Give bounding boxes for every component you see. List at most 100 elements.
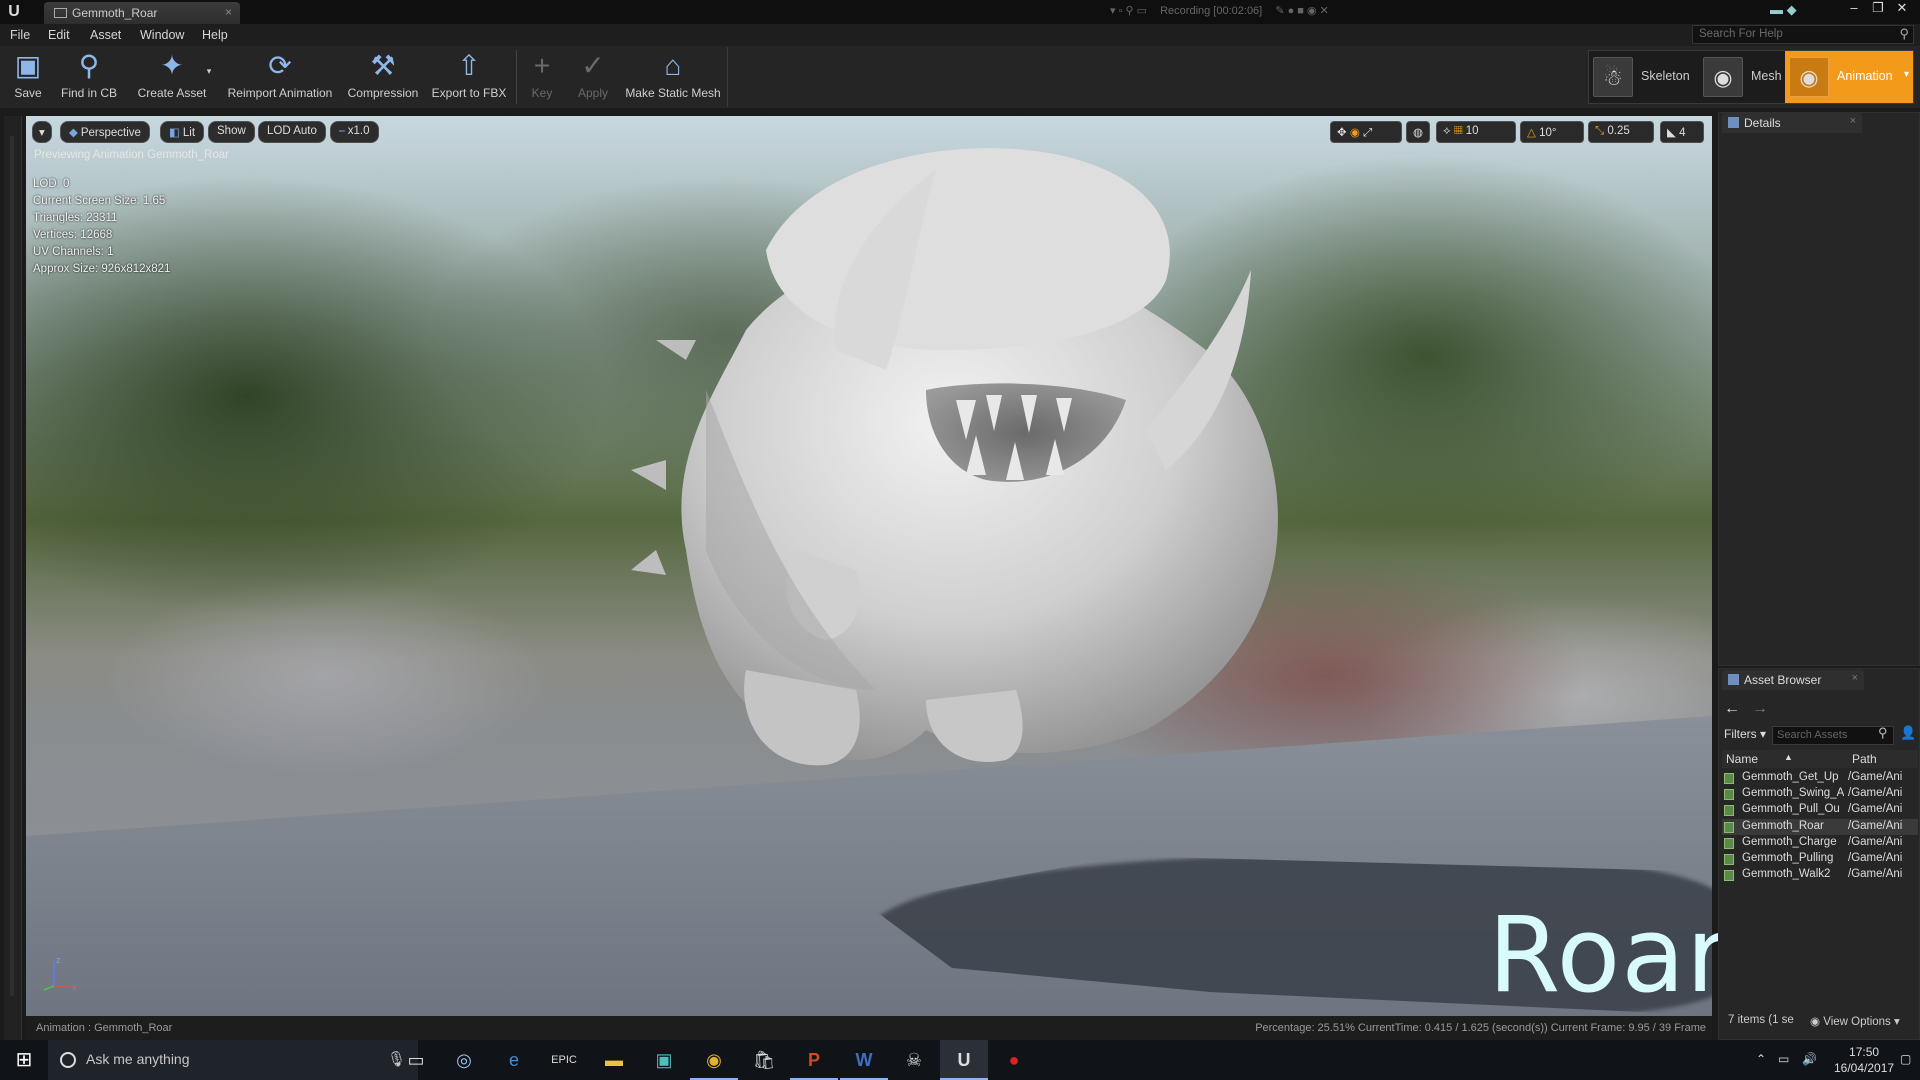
viewport-options-button[interactable]: ▾ — [32, 121, 52, 143]
windows-start-icon[interactable]: ⊞ — [0, 1040, 48, 1080]
mode-skeleton[interactable]: ☃ Skeleton — [1589, 51, 1697, 103]
back-arrow-icon[interactable]: ← — [1724, 700, 1740, 717]
asset-path: /Game/Ani — [1848, 835, 1903, 848]
volume-icon[interactable]: 🔊 — [1802, 1052, 1817, 1066]
perspective-button[interactable]: ◆ Perspective — [60, 121, 150, 143]
save-button[interactable]: ▣ Save — [6, 48, 50, 106]
asset-path: /Game/Ani — [1848, 787, 1903, 800]
world-local-toggle[interactable]: ◍ — [1406, 121, 1431, 143]
lit-icon: ◧ — [169, 127, 180, 139]
menu-edit[interactable]: Edit — [48, 28, 70, 42]
action-center-icon[interactable]: ▢ — [1900, 1052, 1911, 1066]
lit-button[interactable]: ◧ Lit — [160, 121, 205, 143]
make-static-mesh-button[interactable]: ⌂ Make Static Mesh — [622, 48, 724, 106]
asset-browser-tab[interactable]: Asset Browser × — [1722, 670, 1864, 690]
word-icon[interactable]: W — [840, 1040, 888, 1080]
scrollbar[interactable] — [10, 136, 14, 996]
column-path[interactable]: Path — [1852, 752, 1877, 766]
menu-window[interactable]: Window — [140, 28, 184, 42]
cortana-search-box[interactable]: Ask me anything 🎙 — [48, 1040, 418, 1080]
app-icon[interactable]: ☠ — [890, 1040, 938, 1080]
creature-mesh[interactable] — [626, 130, 1326, 790]
rotation-snap-control[interactable]: △ 10° — [1520, 121, 1584, 143]
help-search-input[interactable]: Search For Help ⚲ — [1692, 25, 1914, 44]
playback-status: Percentage: 25.51% CurrentTime: 0.415 / … — [1255, 1022, 1706, 1034]
lod-button[interactable]: LOD Auto — [258, 121, 326, 143]
asset-row[interactable]: Gemmoth_Pulling/Game/Ani — [1722, 851, 1918, 867]
close-tab-icon[interactable]: × — [225, 5, 232, 19]
toolbar-separator — [516, 50, 517, 104]
recording-tools-icon[interactable]: ✎ ● ■ ◉ ✕ — [1275, 5, 1329, 17]
camera-speed-control[interactable]: ◣ 4 — [1660, 121, 1704, 143]
notification-icons[interactable]: ▬ ◆ — [1770, 2, 1797, 18]
find-in-cb-button[interactable]: ⚲ Find in CB — [56, 48, 122, 106]
minimize-button[interactable]: – — [1842, 0, 1866, 15]
viewport[interactable] — [26, 116, 1712, 1016]
steam-icon[interactable]: ◎ — [440, 1040, 488, 1080]
chevron-down-icon[interactable]: ▾ — [1904, 69, 1909, 80]
filters-button[interactable]: Filters ▾ — [1724, 727, 1766, 741]
unreal-logo-icon[interactable]: U — [4, 2, 24, 22]
grid-snap-control[interactable]: ⟡ ▦ 10 — [1436, 121, 1516, 143]
forward-arrow-icon[interactable]: → — [1752, 700, 1768, 717]
transform-tools[interactable]: ✥ ◉ ⤢ — [1330, 121, 1402, 143]
edge-icon[interactable]: e — [490, 1040, 538, 1080]
menu-help[interactable]: Help — [202, 28, 228, 42]
export-icon: ⇧ — [457, 50, 481, 81]
chrome-icon[interactable]: ◉ — [690, 1040, 738, 1080]
close-button[interactable]: ✕ — [1890, 0, 1914, 16]
asset-row[interactable]: Gemmoth_Swing_A/Game/Ani — [1722, 786, 1918, 802]
document-tab[interactable]: Gemmoth_Roar × — [44, 2, 240, 24]
view-options-button[interactable]: ◉ View Options ▾ — [1810, 1014, 1900, 1028]
close-icon[interactable]: × — [1852, 672, 1858, 684]
asset-row[interactable]: Gemmoth_Get_Up/Game/Ani — [1722, 770, 1918, 786]
menu-file[interactable]: File — [10, 28, 30, 42]
scale-snap-control[interactable]: ⤡ 0.25 — [1588, 121, 1654, 143]
mode-mesh[interactable]: ◉ Mesh — [1699, 51, 1791, 103]
playback-speed-button[interactable]: ⎯ x1.0 — [330, 121, 379, 143]
close-icon[interactable]: × — [1850, 115, 1856, 127]
epic-launcher-icon[interactable]: EPIC — [540, 1040, 588, 1080]
menu-asset[interactable]: Asset — [90, 28, 121, 42]
chevron-down-icon: ▾ — [39, 127, 45, 139]
reimport-animation-button[interactable]: ⟳ Reimport Animation — [222, 48, 338, 106]
animation-asset-icon — [1724, 821, 1734, 833]
rotation-snap-value: 10° — [1539, 127, 1557, 139]
photos-icon[interactable]: ▣ — [640, 1040, 688, 1080]
system-tray: ⌃ ▭ 🔊 17:50 16/04/2017 ▢ — [1750, 1040, 1920, 1080]
stat-lod: LOD: 0 — [33, 178, 70, 190]
asset-row[interactable]: Gemmoth_Charge/Game/Ani — [1722, 835, 1918, 851]
clock-time: 17:50 — [1849, 1045, 1880, 1059]
magnifier-icon: ⚲ — [78, 50, 100, 81]
maximize-button[interactable]: ❐ — [1866, 0, 1890, 16]
asset-name: Gemmoth_Pulling — [1742, 852, 1834, 864]
key-button[interactable]: + Key — [522, 48, 562, 106]
unreal-editor-icon[interactable]: U — [940, 1040, 988, 1080]
stat-screen-size: Current Screen Size: 1.65 — [33, 195, 166, 207]
asset-name: Gemmoth_Swing_A — [1742, 787, 1844, 800]
store-icon[interactable]: 🛍 — [740, 1040, 788, 1080]
show-button[interactable]: Show — [208, 121, 255, 143]
recording-controls-icon[interactable]: ▾ ▫ ⚲ ▭ — [1110, 5, 1147, 17]
asset-name: Gemmoth_Get_Up — [1742, 771, 1839, 783]
column-name[interactable]: Name — [1726, 752, 1758, 766]
chevron-up-icon[interactable]: ⌃ — [1756, 1052, 1766, 1066]
title-bar — [0, 0, 1920, 24]
recorder-icon[interactable]: ● — [990, 1040, 1038, 1080]
asset-row[interactable]: Gemmoth_Pull_Ou/Game/Ani — [1722, 802, 1918, 818]
asset-row[interactable]: Gemmoth_Walk2/Game/Ani — [1722, 867, 1918, 883]
asset-row[interactable]: Gemmoth_Roar/Game/Ani — [1722, 818, 1918, 835]
task-view-icon[interactable]: ▭ — [392, 1040, 440, 1080]
network-icon[interactable]: ▭ — [1778, 1052, 1789, 1066]
apply-button[interactable]: ✓ Apply — [568, 48, 618, 106]
details-tab[interactable]: Details × — [1722, 113, 1862, 133]
svg-text:z: z — [56, 955, 61, 965]
asset-search-input[interactable]: Search Assets — [1772, 726, 1894, 745]
powerpoint-icon[interactable]: P — [790, 1040, 838, 1080]
clock[interactable]: 17:50 16/04/2017 — [1834, 1044, 1894, 1076]
user-icon[interactable]: 👤 — [1900, 725, 1916, 741]
export-fbx-button[interactable]: ⇧ Export to FBX — [428, 48, 510, 106]
compression-button[interactable]: ⚒ Compression — [344, 48, 422, 106]
mode-animation[interactable]: ◉ Animation ▾ — [1785, 51, 1913, 103]
file-explorer-icon[interactable]: ▬ — [590, 1040, 638, 1080]
